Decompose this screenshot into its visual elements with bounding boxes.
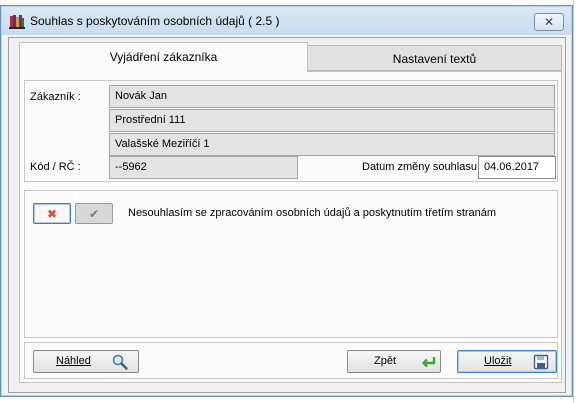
tab-text-settings[interactable]: Nastavení textů — [307, 45, 562, 71]
agree-button[interactable]: ✔ — [75, 203, 113, 224]
close-icon: ✕ — [543, 15, 555, 29]
back-button-label: Zpět — [374, 355, 397, 367]
return-arrow-icon — [421, 354, 437, 370]
tab-customer-statement[interactable]: Vyjádření zákazníka — [19, 42, 308, 72]
background-window-edge — [573, 0, 584, 403]
customer-code-field: --5962 — [109, 156, 298, 179]
consent-group: ✖ ✔ Nesouhlasím se zpracováním osobních … — [24, 190, 558, 338]
customer-street-field: Prostřední 111 — [109, 109, 555, 132]
title-bar[interactable]: Souhlas s poskytováním osobních údajů ( … — [2, 7, 571, 35]
floppy-disk-icon — [533, 354, 549, 370]
consent-date-label: Datum změny souhlasu — [362, 161, 477, 173]
disagree-button[interactable]: ✖ — [33, 203, 71, 224]
tab-label: Nastavení textů — [392, 52, 477, 66]
consent-statement: Nesouhlasím se zpracováním osobních údaj… — [128, 207, 497, 219]
dialog-client-area: Vyjádření zákazníka Nastavení textů Záka… — [8, 37, 566, 393]
save-button-label: Uložit — [484, 355, 512, 367]
customer-city-field: Valašské Meziříčí 1 — [109, 133, 555, 156]
preview-button-label: Náhled — [56, 355, 91, 367]
books-icon — [9, 13, 25, 29]
save-button[interactable]: Uložit — [457, 350, 557, 373]
back-button[interactable]: Zpět — [347, 350, 441, 373]
close-button[interactable]: ✕ — [534, 13, 564, 31]
cross-icon: ✖ — [46, 206, 58, 221]
button-bar: Náhled Zpět Uložit — [24, 342, 558, 379]
window-title: Souhlas s poskytováním osobních údajů ( … — [30, 14, 280, 28]
customer-label: Zákazník : — [30, 91, 81, 103]
customer-group: Zákazník : Novák Jan Prostřední 111 Vala… — [24, 80, 558, 182]
tab-panel: Zákazník : Novák Jan Prostřední 111 Vala… — [19, 71, 562, 383]
preview-button[interactable]: Náhled — [33, 350, 139, 373]
customer-name-field: Novák Jan — [109, 85, 555, 108]
consent-date-field[interactable]: 04.06.2017 — [478, 156, 556, 179]
magnifier-icon — [112, 354, 128, 370]
dialog-window: Souhlas s poskytováním osobních údajů ( … — [0, 5, 573, 397]
check-icon: ✔ — [88, 206, 100, 221]
code-label: Kód / RČ : — [30, 161, 81, 173]
tab-label: Vyjádření zákazníka — [109, 50, 218, 64]
